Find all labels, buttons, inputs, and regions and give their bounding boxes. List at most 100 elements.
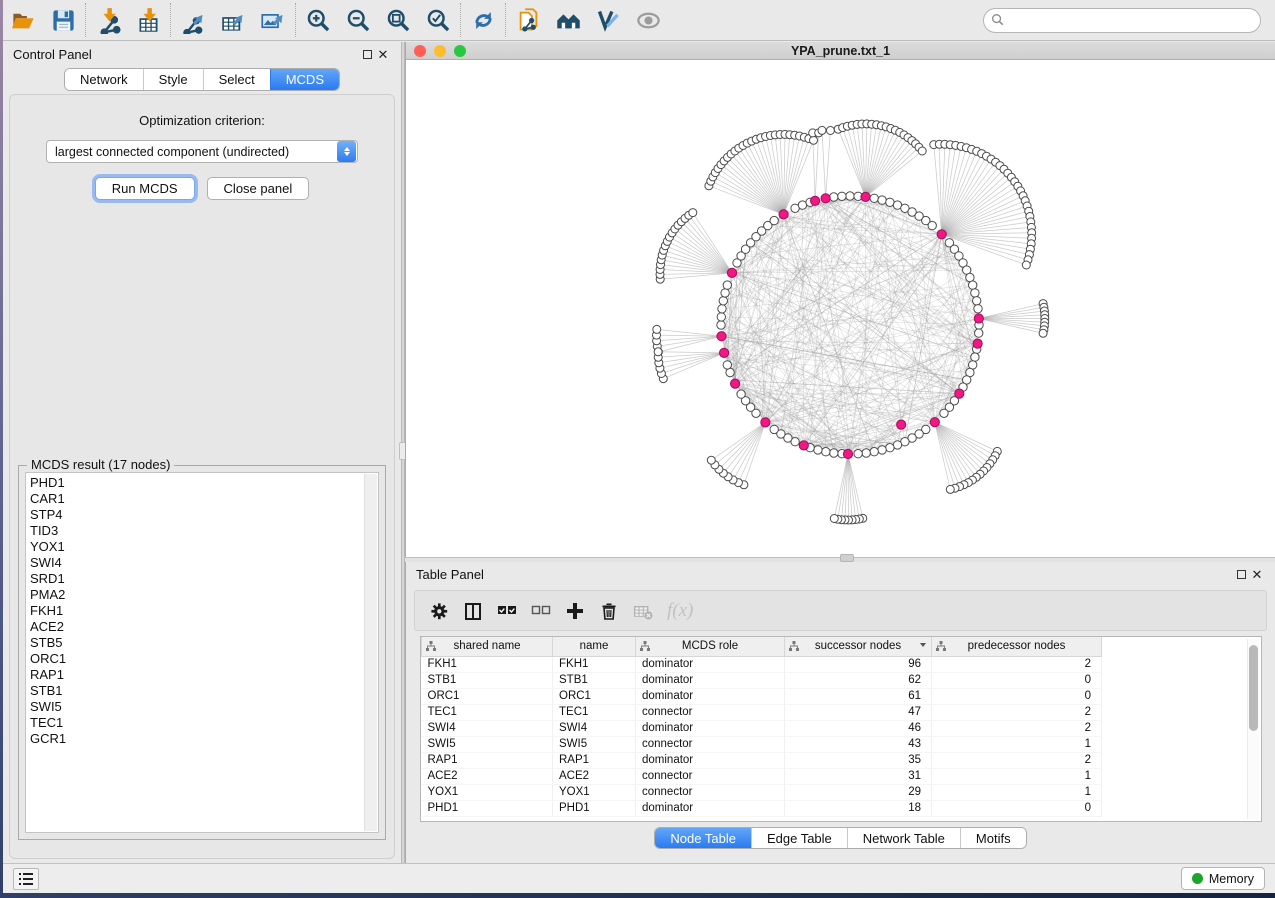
- mcds-result-item[interactable]: ACE2: [26, 619, 378, 635]
- cell-successors[interactable]: 47: [785, 704, 932, 720]
- import-network-from-file-button[interactable]: [88, 2, 128, 38]
- zoom-out-button[interactable]: [338, 2, 378, 38]
- cell-shared_name[interactable]: SWI5: [422, 736, 553, 752]
- tab-mcds[interactable]: MCDS: [270, 69, 339, 90]
- memory-button[interactable]: Memory: [1181, 867, 1265, 890]
- mcds-result-item[interactable]: SWI4: [26, 555, 378, 571]
- cell-role[interactable]: connector: [636, 704, 785, 720]
- cell-role[interactable]: dominator: [636, 800, 785, 816]
- search-input[interactable]: [983, 8, 1261, 33]
- table-row[interactable]: ACE2ACE2connector311: [422, 768, 1102, 784]
- cell-shared_name[interactable]: STB1: [422, 672, 553, 688]
- cell-shared_name[interactable]: FKH1: [422, 656, 553, 672]
- cell-predecessors[interactable]: 2: [932, 656, 1102, 672]
- cell-role[interactable]: dominator: [636, 656, 785, 672]
- first-neighbors-button[interactable]: [548, 2, 588, 38]
- cell-name[interactable]: SWI5: [553, 736, 636, 752]
- table-row[interactable]: YOX1YOX1connector291: [422, 784, 1102, 800]
- cell-shared_name[interactable]: RAP1: [422, 752, 553, 768]
- cell-successors[interactable]: 96: [785, 656, 932, 672]
- table-mode-gear-button[interactable]: [429, 601, 449, 621]
- cell-name[interactable]: YOX1: [553, 784, 636, 800]
- cell-name[interactable]: SWI4: [553, 720, 636, 736]
- mcds-result-item[interactable]: CAR1: [26, 491, 378, 507]
- mcds-result-item[interactable]: SWI5: [26, 699, 378, 715]
- cell-shared_name[interactable]: ACE2: [422, 768, 553, 784]
- vizmapper-button[interactable]: [588, 2, 628, 38]
- cell-shared_name[interactable]: TEC1: [422, 704, 553, 720]
- table-row[interactable]: RAP1RAP1dominator352: [422, 752, 1102, 768]
- new-network-from-selection-button[interactable]: [508, 2, 548, 38]
- cell-role[interactable]: connector: [636, 784, 785, 800]
- network-canvas[interactable]: [406, 60, 1275, 557]
- column-header-successor-nodes[interactable]: successor nodes: [785, 637, 932, 656]
- import-table-from-file-button[interactable]: [128, 2, 168, 38]
- tab-select[interactable]: Select: [203, 69, 270, 90]
- close-panel-icon[interactable]: ✕: [375, 46, 391, 62]
- cell-shared_name[interactable]: ORC1: [422, 688, 553, 704]
- cell-predecessors[interactable]: 2: [932, 720, 1102, 736]
- delete-columns-button[interactable]: [599, 601, 619, 621]
- mcds-list-scrollbar[interactable]: [364, 474, 377, 831]
- cell-predecessors[interactable]: 0: [932, 672, 1102, 688]
- horizontal-splitter-handle[interactable]: [840, 554, 854, 562]
- cell-successors[interactable]: 46: [785, 720, 932, 736]
- tab-network[interactable]: Network: [65, 69, 143, 90]
- cell-shared_name[interactable]: SWI4: [422, 720, 553, 736]
- export-image-button[interactable]: [253, 2, 293, 38]
- mcds-result-item[interactable]: STB5: [26, 635, 378, 651]
- cell-name[interactable]: STB1: [553, 672, 636, 688]
- cell-successors[interactable]: 61: [785, 688, 932, 704]
- mcds-result-item[interactable]: RAP1: [26, 667, 378, 683]
- cell-predecessors[interactable]: 1: [932, 736, 1102, 752]
- cell-name[interactable]: ORC1: [553, 688, 636, 704]
- cell-successors[interactable]: 18: [785, 800, 932, 816]
- table-tab-node-table[interactable]: Node Table: [655, 828, 751, 848]
- mcds-result-item[interactable]: PHD1: [26, 475, 378, 491]
- mcds-result-item[interactable]: FKH1: [26, 603, 378, 619]
- mcds-result-item[interactable]: STB1: [26, 683, 378, 699]
- open-session-button[interactable]: [3, 2, 43, 38]
- mcds-result-item[interactable]: STP4: [26, 507, 378, 523]
- apply-preferred-layout-button[interactable]: [463, 2, 503, 38]
- cell-role[interactable]: dominator: [636, 752, 785, 768]
- cell-successors[interactable]: 29: [785, 784, 932, 800]
- cell-name[interactable]: PHD1: [553, 800, 636, 816]
- task-history-button[interactable]: [13, 868, 39, 890]
- column-header-predecessor-nodes[interactable]: predecessor nodes: [932, 637, 1102, 656]
- table-row[interactable]: SWI5SWI5connector431: [422, 736, 1102, 752]
- select-all-button[interactable]: [497, 601, 517, 621]
- table-row[interactable]: SWI4SWI4dominator462: [422, 720, 1102, 736]
- table-row[interactable]: PHD1PHD1dominator180: [422, 800, 1102, 816]
- export-table-button[interactable]: [213, 2, 253, 38]
- mcds-result-item[interactable]: GCR1: [26, 731, 378, 747]
- close-panel-button[interactable]: Close panel: [207, 177, 310, 200]
- zoom-fit-button[interactable]: [378, 2, 418, 38]
- run-mcds-button[interactable]: Run MCDS: [95, 177, 195, 200]
- network-graph[interactable]: [406, 60, 1275, 557]
- mcds-result-list[interactable]: PHD1CAR1STP4TID3YOX1SWI4SRD1PMA2FKH1ACE2…: [25, 472, 379, 833]
- table-tab-motifs[interactable]: Motifs: [960, 828, 1026, 848]
- close-table-panel-icon[interactable]: ✕: [1249, 566, 1265, 582]
- cell-role[interactable]: connector: [636, 768, 785, 784]
- mcds-result-item[interactable]: PMA2: [26, 587, 378, 603]
- cell-successors[interactable]: 62: [785, 672, 932, 688]
- cell-successors[interactable]: 43: [785, 736, 932, 752]
- table-row[interactable]: FKH1FKH1dominator962: [422, 656, 1102, 672]
- column-header-shared-name[interactable]: shared name: [422, 637, 553, 656]
- cell-predecessors[interactable]: 0: [932, 688, 1102, 704]
- cell-successors[interactable]: 35: [785, 752, 932, 768]
- cell-predecessors[interactable]: 2: [932, 752, 1102, 768]
- cell-name[interactable]: ACE2: [553, 768, 636, 784]
- float-panel-icon[interactable]: [359, 46, 375, 62]
- cell-shared_name[interactable]: YOX1: [422, 784, 553, 800]
- cell-name[interactable]: TEC1: [553, 704, 636, 720]
- table-tab-network-table[interactable]: Network Table: [847, 828, 960, 848]
- cell-predecessors[interactable]: 1: [932, 768, 1102, 784]
- table-row[interactable]: ORC1ORC1dominator610: [422, 688, 1102, 704]
- export-network-button[interactable]: [173, 2, 213, 38]
- table-tab-edge-table[interactable]: Edge Table: [751, 828, 847, 848]
- tab-style[interactable]: Style: [143, 69, 203, 90]
- float-table-panel-icon[interactable]: [1233, 566, 1249, 582]
- cell-name[interactable]: FKH1: [553, 656, 636, 672]
